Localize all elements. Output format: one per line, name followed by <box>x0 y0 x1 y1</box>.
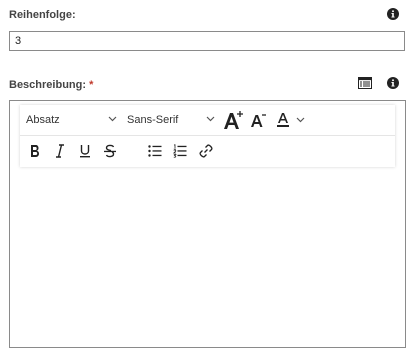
block-format-value: Absatz <box>26 114 60 126</box>
font-size-increase-icon <box>224 111 243 129</box>
numbered-list-button[interactable] <box>171 142 189 160</box>
description-label: Beschreibung: * <box>9 79 94 91</box>
strikethrough-icon <box>104 144 116 158</box>
font-family-select[interactable]: Sans-Serif <box>127 111 217 129</box>
underline-icon <box>80 145 90 158</box>
bullet-list-button[interactable] <box>146 142 164 160</box>
toolbar-row-style <box>20 136 395 167</box>
font-family-value: Sans-Serif <box>127 114 179 126</box>
editor-content-area[interactable] <box>11 171 404 346</box>
bullet-list-icon <box>148 145 162 157</box>
underline-button[interactable] <box>76 142 94 160</box>
order-label: Reihenfolge: <box>9 9 76 21</box>
block-format-select[interactable]: Absatz <box>26 111 117 129</box>
link-button[interactable] <box>197 142 215 160</box>
required-marker: * <box>89 79 94 91</box>
font-size-decrease-button[interactable] <box>250 112 266 128</box>
bold-icon <box>31 145 39 157</box>
font-size-increase-button[interactable] <box>222 110 244 132</box>
font-color-icon <box>277 113 305 127</box>
description-info-icon[interactable] <box>387 76 399 94</box>
bold-button[interactable] <box>26 142 44 160</box>
font-size-decrease-icon <box>251 114 266 127</box>
numbered-list-icon <box>173 144 187 158</box>
chevron-down-icon <box>108 116 117 122</box>
toolbar-row-format: Absatz Sans-Serif <box>20 105 395 135</box>
order-info-icon[interactable] <box>387 7 399 25</box>
source-view-icon[interactable] <box>358 76 372 94</box>
link-icon <box>199 144 213 158</box>
strikethrough-button[interactable] <box>101 142 119 160</box>
font-color-button[interactable] <box>276 111 308 129</box>
order-input[interactable] <box>9 31 405 51</box>
italic-button[interactable] <box>51 142 69 160</box>
editor-toolbar: Absatz Sans-Serif <box>20 105 395 167</box>
chevron-down-icon <box>206 116 215 122</box>
italic-icon <box>56 144 64 158</box>
rich-text-editor: Absatz Sans-Serif <box>9 100 406 348</box>
